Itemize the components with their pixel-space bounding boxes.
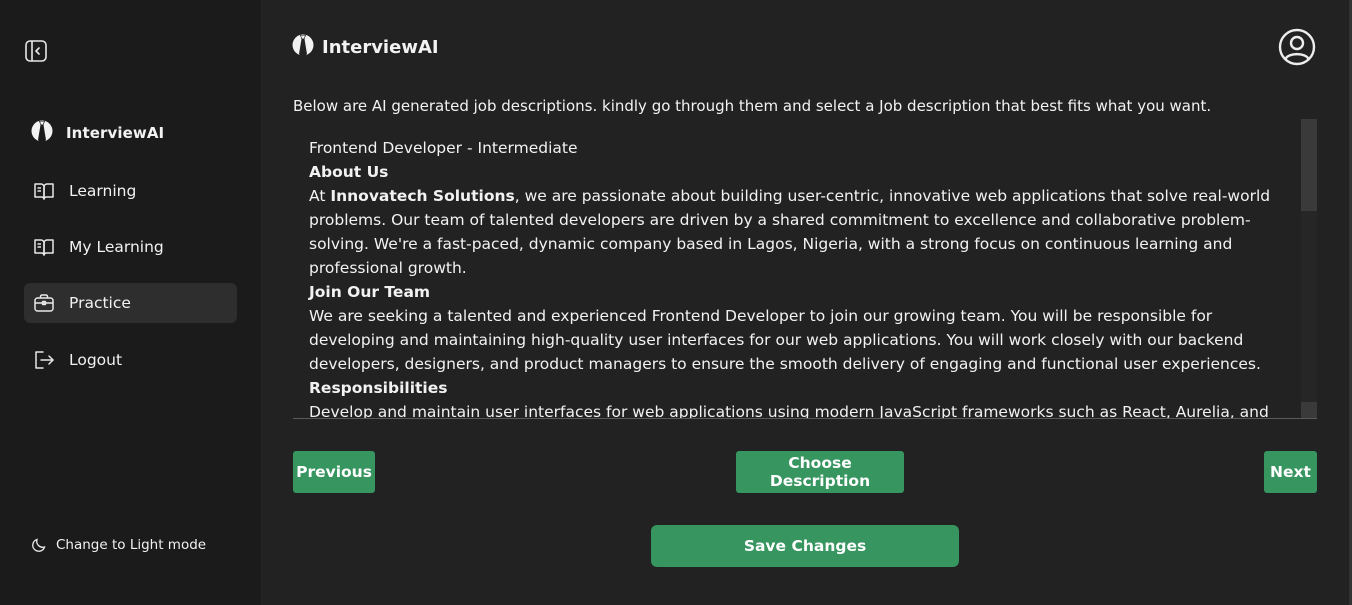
scrollbar-end[interactable]: [1301, 402, 1317, 418]
previous-button[interactable]: Previous: [293, 451, 375, 493]
job-description-content: Frontend Developer - Intermediate About …: [309, 136, 1284, 419]
sidebar-item-label: Practice: [69, 294, 131, 312]
responsibilities-paragraph: Develop and maintain user interfaces for…: [309, 403, 1269, 419]
about-prefix: At: [309, 187, 331, 205]
header-brand[interactable]: InterviewAI: [292, 32, 439, 62]
sidebar-item-label: My Learning: [69, 238, 164, 256]
job-title: Frontend Developer - Intermediate: [309, 139, 578, 157]
user-avatar-icon[interactable]: [1278, 28, 1316, 66]
moon-icon: [31, 537, 47, 553]
scrollbar-thumb[interactable]: [1301, 119, 1317, 211]
save-changes-button[interactable]: Save Changes: [651, 525, 959, 567]
book-open-icon: [33, 180, 55, 202]
sidebar-item-my-learning[interactable]: My Learning: [24, 227, 237, 267]
sidebar-brand-label: InterviewAI: [66, 124, 165, 142]
sidebar-item-learning[interactable]: Learning: [24, 171, 237, 211]
sidebar: InterviewAI Learning My Learning Practic…: [0, 0, 261, 605]
intro-text: Below are AI generated job descriptions.…: [293, 97, 1212, 115]
logout-icon: [33, 349, 55, 371]
join-paragraph: We are seeking a talented and experience…: [309, 307, 1261, 373]
tie-logo-icon: [292, 32, 314, 62]
job-description-panel[interactable]: Frontend Developer - Intermediate About …: [293, 119, 1317, 419]
about-paragraph: At Innovatech Solutions, we are passiona…: [309, 184, 1284, 280]
header-brand-label: InterviewAI: [322, 36, 439, 58]
collapse-sidebar-icon[interactable]: [25, 40, 47, 62]
scrollbar-track[interactable]: [1301, 119, 1317, 418]
briefcase-icon: [33, 292, 55, 314]
company-name: Innovatech Solutions: [330, 187, 515, 205]
book-open-icon: [33, 236, 55, 258]
sidebar-item-label: Learning: [69, 182, 137, 200]
app-root: InterviewAI Learning My Learning Practic…: [0, 0, 1352, 605]
tie-logo-icon: [31, 118, 53, 148]
sidebar-item-label: Logout: [69, 351, 123, 369]
next-button[interactable]: Next: [1264, 451, 1317, 493]
theme-toggle-label: Change to Light mode: [56, 537, 207, 553]
about-heading: About Us: [309, 163, 389, 181]
join-heading: Join Our Team: [309, 283, 431, 301]
choose-description-button[interactable]: Choose Description: [736, 451, 904, 493]
sidebar-item-practice[interactable]: Practice: [24, 283, 237, 323]
theme-toggle[interactable]: Change to Light mode: [31, 537, 206, 553]
responsibilities-heading: Responsibilities: [309, 379, 448, 397]
sidebar-item-logout[interactable]: Logout: [24, 340, 237, 380]
sidebar-brand[interactable]: InterviewAI: [31, 118, 164, 148]
